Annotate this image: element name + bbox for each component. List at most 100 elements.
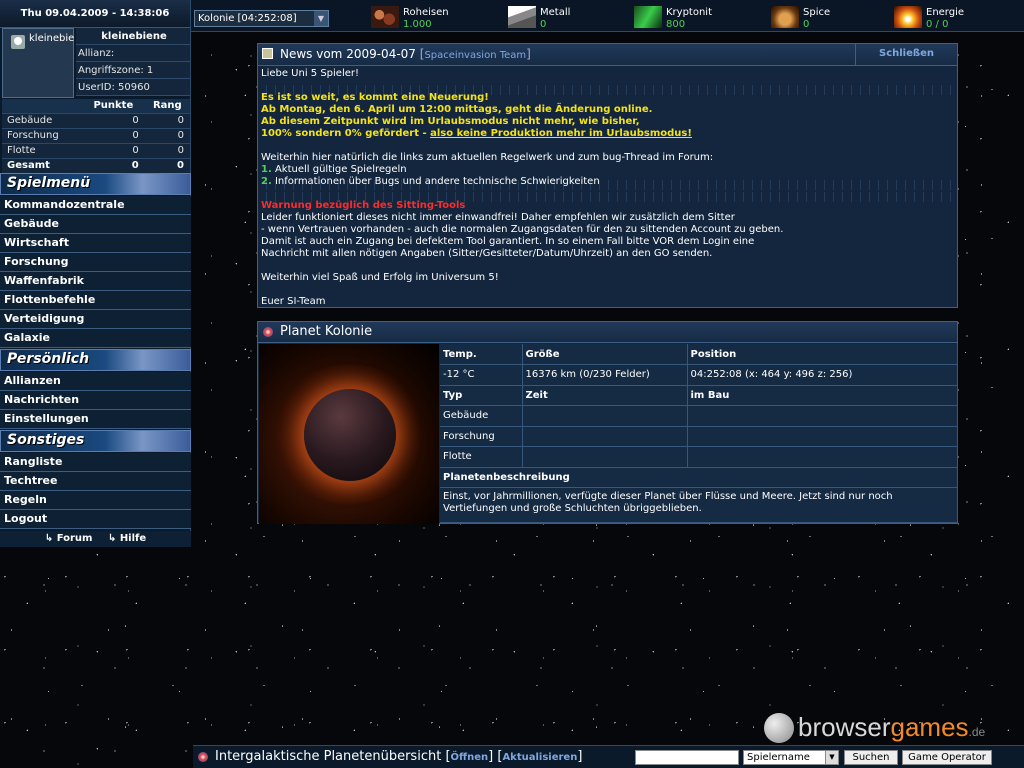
header-size: Größe (522, 344, 688, 365)
browsergames-logo-icon (764, 713, 794, 743)
planet-title: Planet Kolonie (280, 324, 373, 339)
stats-rank: 0 (144, 128, 190, 144)
queue-label: Flotte (440, 446, 523, 468)
news-greeting: Liebe Uni 5 Spieler! (261, 68, 360, 79)
energy-icon (894, 6, 922, 28)
resource-name: Energie (926, 7, 965, 18)
stats-points: 0 (82, 143, 145, 159)
resource-value: 0 (540, 19, 547, 30)
news-link-vacation[interactable]: also keine Produktion mehr im Urlaubsmod… (430, 128, 692, 139)
menu-header-sonstiges: Sonstiges (0, 430, 191, 452)
menu-header-label: Sonstiges (7, 432, 85, 448)
news-line: Damit ist auch ein Zugang bei defektem T… (261, 236, 755, 247)
menu-item-forschung[interactable]: Forschung (0, 253, 191, 272)
stats-points: 0 (82, 113, 145, 129)
planet-description: Einst, vor Jahrmillionen, verfügte diese… (440, 487, 958, 523)
stats-row: Flotte 0 0 (2, 143, 190, 159)
news-warning-title: Warnung bezüglich des Sitting-Tools (261, 200, 466, 211)
chevron-down-icon[interactable]: ▼ (314, 11, 328, 26)
menu-item-waffenfabrik[interactable]: Waffenfabrik (0, 272, 191, 291)
planet-overview-bar: Intergalaktische Planetenübersicht [Öffn… (193, 745, 1024, 768)
planet-panel: Planet Kolonie Temp. Größe Position -12 … (257, 321, 958, 524)
help-link[interactable]: ↳ Hilfe (108, 533, 146, 544)
user-info: kleinebiene Allianz: Angriffszone: 1 Use… (76, 28, 190, 96)
menu-header-label: Persönlich (7, 351, 90, 367)
sidebar: Thu 09.04.2009 - 14:38:06 kleinebie klei… (0, 0, 191, 547)
planet-icon (198, 752, 208, 762)
spice-icon (771, 6, 799, 28)
menu-item-techtree[interactable]: Techtree (0, 472, 191, 491)
search-type-value: Spielername (747, 752, 810, 763)
news-header: News vom 2009-04-07 [Spaceinvasion Team]… (258, 44, 957, 66)
overview-title: Intergalaktische Planetenübersicht [Öffn… (215, 749, 583, 764)
resource-value: 0 / 0 (926, 19, 949, 30)
game-operator-button[interactable]: Game Operator (902, 750, 992, 765)
resource-bar: Kolonie [04:252:08] ▼ Roheisen 1.000 Met… (191, 0, 1024, 32)
news-source-link[interactable]: Spaceinvasion Team (424, 50, 526, 61)
resource-value: 800 (666, 19, 686, 30)
menu-item-rangliste[interactable]: Rangliste (0, 453, 191, 472)
colony-select-value: Kolonie [04:252:08] (198, 13, 297, 24)
resource-value: 1.000 (403, 19, 432, 30)
list-number: 2. (261, 176, 272, 187)
stats-label: Flotte (2, 143, 82, 159)
news-line: Ab Montag, den 6. April um 12:00 mittags… (261, 104, 653, 115)
news-line: - wenn Vertrauen vorhanden - auch die no… (261, 224, 784, 235)
list-number: 1. (261, 164, 272, 175)
alliance-info: Allianz: (76, 45, 190, 62)
menu-item-kommandozentrale[interactable]: Kommandozentrale (0, 196, 191, 215)
planet-position: 04:252:08 (x: 464 y: 496 z: 256) (687, 364, 958, 386)
menu-item-galaxie[interactable]: Galaxie (0, 329, 191, 348)
news-body: Liebe Uni 5 Spieler! Es ist so weit, es … (261, 68, 953, 308)
menu-item-verteidigung[interactable]: Verteidigung (0, 310, 191, 329)
stats-row: Forschung 0 0 (2, 128, 190, 144)
planet-sphere (304, 389, 396, 481)
chevron-down-icon[interactable]: ▼ (825, 751, 838, 764)
planet-description-header: Planetenbeschreibung (440, 467, 958, 488)
planet-icon (263, 327, 273, 337)
colony-select[interactable]: Kolonie [04:252:08] ▼ (194, 10, 329, 27)
refresh-link[interactable]: Aktualisieren (502, 752, 577, 763)
menu-header-spielmenu: Spielmenü (0, 173, 191, 195)
news-link-text[interactable]: Aktuell gültige Spielregeln (275, 164, 407, 175)
news-line: Weiterhin hier natürlich die links zum a… (261, 152, 714, 163)
news-link-rules[interactable]: 1. Aktuell gültige Spielregeln (261, 164, 953, 176)
planet-header: Planet Kolonie (258, 322, 957, 343)
menu-item-wirtschaft[interactable]: Wirtschaft (0, 234, 191, 253)
menu-header-persoenlich: Persönlich (0, 349, 191, 371)
resource-name: Metall (540, 7, 571, 18)
planet-temp: -12 °C (440, 364, 523, 386)
stats-label: Gesamt (2, 158, 82, 174)
menu-item-gebaeude[interactable]: Gebäude (0, 215, 191, 234)
news-link-bugs[interactable]: 2. Informationen über Bugs und andere te… (261, 176, 953, 188)
help-links: ↳ Forum ↳ Hilfe (0, 531, 191, 547)
news-title: News vom 2009-04-07 [Spaceinvasion Team] (280, 47, 531, 61)
news-icon (262, 48, 273, 59)
search-button[interactable]: Suchen (844, 750, 898, 765)
planet-size: 16376 km (0/230 Felder) (522, 364, 688, 386)
search-type-select[interactable]: Spielername ▼ (743, 750, 839, 765)
attack-zone: Angriffszone: 1 (76, 62, 190, 79)
open-link[interactable]: Öffnen (451, 752, 489, 763)
close-button[interactable]: Schließen (855, 44, 957, 65)
news-link-text[interactable]: Informationen über Bugs und andere techn… (275, 176, 600, 187)
stats-rank: 0 (144, 158, 190, 174)
menu-item-flottenbefehle[interactable]: Flottenbefehle (0, 291, 191, 310)
player-search-input[interactable] (635, 750, 739, 765)
news-title-text: News vom 2009-04-07 (280, 47, 416, 61)
server-datetime: Thu 09.04.2009 - 14:38:06 (0, 0, 190, 28)
menu-item-logout[interactable]: Logout (0, 510, 191, 529)
username: kleinebiene (76, 28, 190, 45)
menu-item-nachrichten[interactable]: Nachrichten (0, 391, 191, 410)
planet-table: Temp. Größe Position -12 °C 16376 km (0/… (440, 344, 958, 523)
stats-label: Gebäude (2, 113, 82, 129)
news-line-text: 100% sondern 0% gefördert - (261, 128, 431, 139)
avatar-box[interactable]: kleinebie (2, 28, 74, 98)
forum-link[interactable]: ↳ Forum (45, 533, 93, 544)
menu-item-allianzen[interactable]: Allianzen (0, 372, 191, 391)
stats-header-rank: Rang (144, 99, 190, 114)
menu-item-einstellungen[interactable]: Einstellungen (0, 410, 191, 429)
overview-title-text: Intergalaktische Planetenübersicht (215, 749, 442, 764)
menu-item-regeln[interactable]: Regeln (0, 491, 191, 510)
metal-icon (508, 6, 536, 28)
